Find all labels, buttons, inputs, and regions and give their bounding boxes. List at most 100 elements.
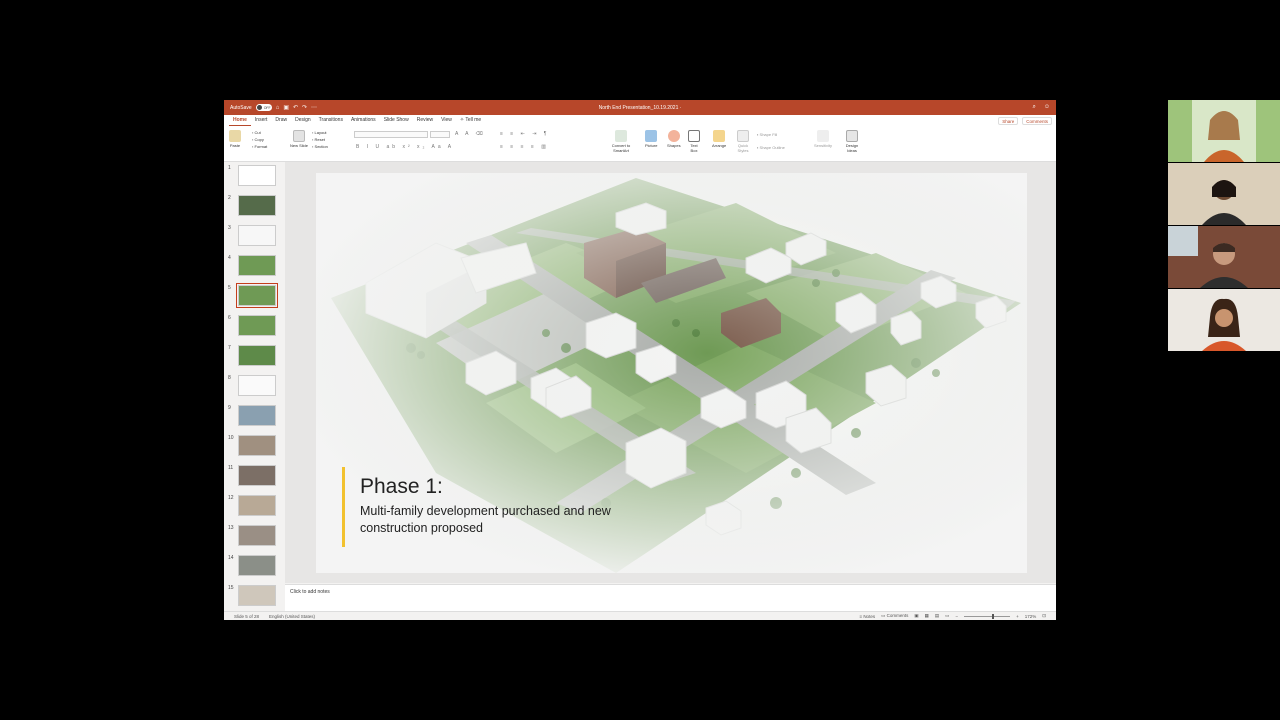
slide-thumbnail[interactable] (236, 283, 278, 308)
slide-thumbnail-row[interactable]: 7 (224, 344, 285, 370)
slide-thumbnail[interactable] (238, 435, 276, 456)
tab-animations[interactable]: Animations (347, 115, 380, 126)
slide-thumbnail[interactable] (238, 165, 276, 186)
slide-thumbnail-row[interactable]: 8 (224, 374, 285, 400)
search-icon[interactable]: ⌕ (1032, 104, 1035, 111)
convert-smartart-button[interactable]: Convert to SmartArt (607, 130, 635, 153)
slide-thumbnail-row[interactable]: 9 (224, 404, 285, 430)
slide-thumbnail[interactable] (238, 465, 276, 486)
sensitivity-button[interactable]: Sensitivity (814, 130, 832, 148)
slide-thumbnail[interactable] (238, 345, 276, 366)
tab-tell-me[interactable]: ✧ Tell me (456, 115, 485, 126)
share-button[interactable]: Share (998, 116, 1019, 125)
tab-home[interactable]: Home (229, 115, 251, 126)
cut-button[interactable]: Cut (252, 130, 267, 135)
language-indicator[interactable]: English (United States) (269, 614, 315, 619)
slide-thumbnail-row[interactable]: 5 (224, 283, 285, 310)
arrange-button[interactable]: Arrange (712, 130, 726, 148)
participant-video-3[interactable] (1168, 226, 1280, 288)
current-slide[interactable]: Phase 1: Multi-family development purcha… (316, 173, 1027, 573)
participant-video-2[interactable] (1168, 163, 1280, 225)
slide-thumbnail[interactable] (238, 225, 276, 246)
layout-button[interactable]: Layout (312, 130, 328, 135)
slide-thumbnail-row[interactable]: 14 (224, 554, 285, 580)
tab-slide-show[interactable]: Slide Show (380, 115, 413, 126)
shape-fill-button[interactable]: Shape Fill (757, 132, 785, 137)
quick-styles-button[interactable]: Quick Styles (736, 130, 750, 153)
slide-thumbnail-row[interactable]: 6 (224, 314, 285, 340)
more-icon[interactable]: ⋯ (311, 104, 317, 111)
slide-thumbnail-row[interactable]: 4 (224, 254, 285, 280)
slide-thumbnail-row[interactable]: 1 (224, 164, 285, 190)
slide-counter: Slide 5 of 28 (234, 613, 260, 619)
slide-thumbnail-row[interactable]: 12 (224, 494, 285, 520)
slideshow-view-icon[interactable]: ▭ (945, 613, 949, 619)
zoom-slider-knob[interactable] (992, 613, 995, 619)
font-size-controls[interactable]: A A ⌫ (455, 131, 486, 137)
slide-thumbnail-row[interactable]: 11 (224, 464, 285, 490)
sensitivity-label: Sensitivity (814, 143, 833, 148)
tab-insert[interactable]: Insert (251, 115, 272, 126)
font-style-controls[interactable]: B I U ab x² x₂ Aa A (356, 144, 454, 150)
participant-video-4[interactable] (1168, 289, 1280, 351)
tab-transitions[interactable]: Transitions (315, 115, 347, 126)
tab-draw[interactable]: Draw (271, 115, 291, 126)
design-ideas-button[interactable]: Design Ideas (845, 130, 859, 153)
reset-button[interactable]: Reset (312, 137, 328, 142)
slide-title[interactable]: Phase 1: (360, 475, 443, 499)
slide-thumbnail-row[interactable]: 3 (224, 224, 285, 250)
home-icon[interactable]: ⌂ (276, 105, 280, 111)
zoom-out-icon[interactable]: − (955, 614, 958, 619)
paste-button[interactable]: Paste (229, 130, 241, 148)
font-size-box[interactable] (430, 131, 450, 138)
comments-toggle[interactable]: ▭ Comments (881, 613, 908, 619)
shapes-button[interactable]: Shapes (667, 130, 681, 148)
zoom-slider[interactable] (964, 613, 1011, 619)
slide-thumbnail-row[interactable]: 15 (224, 584, 285, 610)
slide-thumbnail[interactable] (238, 555, 276, 576)
fit-to-window-icon[interactable]: ⊡ (1042, 613, 1046, 619)
shapes-icon (667, 130, 680, 142)
slide-thumbnail[interactable] (238, 315, 276, 336)
zoom-in-icon[interactable]: + (1016, 614, 1019, 619)
slide-thumbnail[interactable] (238, 525, 276, 546)
tab-review[interactable]: Review (413, 115, 437, 126)
slide-description[interactable]: Multi-family development purchased and n… (360, 503, 630, 537)
format-painter-button[interactable]: Format (252, 144, 268, 149)
undo-icon[interactable]: ↶ (293, 104, 298, 111)
redo-icon[interactable]: ↷ (302, 104, 307, 111)
shape-outline-button[interactable]: Shape Outline (757, 145, 785, 150)
slide-thumbnail[interactable] (238, 405, 276, 426)
slide-number: 4 (228, 255, 231, 261)
save-icon[interactable]: ▣ (283, 104, 289, 111)
slide-thumbnail-row[interactable]: 2 (224, 194, 285, 220)
align-controls[interactable]: ≡ ≡ ≡ ≡ ▥ (500, 144, 549, 150)
slide-thumbnail[interactable] (238, 495, 276, 516)
participant-video-1[interactable] (1168, 100, 1280, 162)
notes-toggle[interactable]: ≡ Notes (859, 614, 875, 619)
slide-thumbnail[interactable] (238, 255, 276, 276)
slide-thumbnail-row[interactable]: 10 (224, 434, 285, 460)
normal-view-icon[interactable]: ▣ (914, 613, 918, 619)
reading-view-icon[interactable]: ▤ (935, 613, 939, 619)
font-name-box[interactable] (354, 131, 428, 138)
sorter-view-icon[interactable]: ▦ (925, 613, 929, 619)
autosave-toggle[interactable]: OFF (255, 104, 272, 111)
zoom-level[interactable]: 172% (1025, 614, 1037, 619)
new-slide-button[interactable]: New Slide (290, 130, 308, 148)
slide-thumbnail[interactable] (238, 375, 276, 396)
notes-pane[interactable]: Click to add notes (285, 584, 1056, 611)
section-button[interactable]: Section (312, 144, 328, 149)
slide-thumbnail[interactable] (238, 195, 276, 216)
slide-thumbnail-row[interactable]: 13 (224, 524, 285, 550)
list-controls[interactable]: ≡ ≡ ⇤ ⇥ ¶ (500, 131, 549, 137)
tab-view[interactable]: View (437, 115, 456, 126)
slide-thumbnail-pane[interactable]: 1 2 3 4 5 6 7 8 9 10 11 12 13 14 15 (224, 162, 285, 611)
slide-thumbnail[interactable] (238, 585, 276, 606)
copy-button[interactable]: Copy (252, 137, 267, 142)
picture-button[interactable]: Picture (645, 130, 657, 148)
feedback-icon[interactable]: ☺ (1044, 104, 1050, 111)
tab-design[interactable]: Design (291, 115, 315, 126)
comments-button[interactable]: Comments (1022, 116, 1052, 125)
textbox-button[interactable]: Text Box (688, 130, 700, 153)
